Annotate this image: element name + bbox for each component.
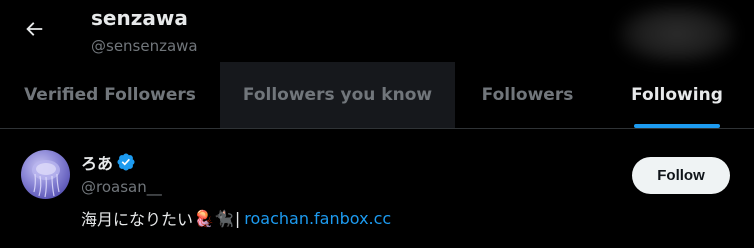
following-page: senzawa @sensenzawa Verified Followers F… [0,0,754,248]
user-bio: 海月になりたい 🪼🐈‍⬛ | roachan.fanbox.cc [81,206,391,230]
tab-label: Following [631,85,723,105]
user-name-row[interactable]: ろあ [81,150,136,174]
user-display-name: ろあ [81,154,114,173]
verified-badge-icon [117,153,135,171]
avatar[interactable] [21,150,70,199]
followers-tabs: Verified Followers Followers you know Fo… [0,62,754,128]
follow-button[interactable]: Follow [632,157,730,194]
tab-label: Followers you know [242,85,433,105]
profile-handle: @sensenzawa [91,37,198,55]
bio-link[interactable]: roachan.fanbox.cc [244,209,391,228]
tab-verified-followers[interactable]: Verified Followers [0,62,220,128]
tab-following[interactable]: Following [600,62,754,128]
profile-name: senzawa [91,6,188,30]
bio-text: 海月になりたい [81,210,194,229]
tab-followers-you-know[interactable]: Followers you know [220,62,455,128]
bio-separator: | [234,208,241,228]
tab-followers[interactable]: Followers [455,62,600,128]
blurred-overlay [618,4,736,64]
bio-emojis: 🪼🐈‍⬛ [194,208,234,228]
arrow-left-icon [26,22,43,36]
back-button[interactable] [14,9,54,49]
tab-label: Followers [481,85,574,105]
divider [0,128,754,129]
user-handle[interactable]: @roasan__ [81,178,162,196]
jellyfish-avatar-image [32,160,60,198]
tab-label: Verified Followers [24,85,196,105]
